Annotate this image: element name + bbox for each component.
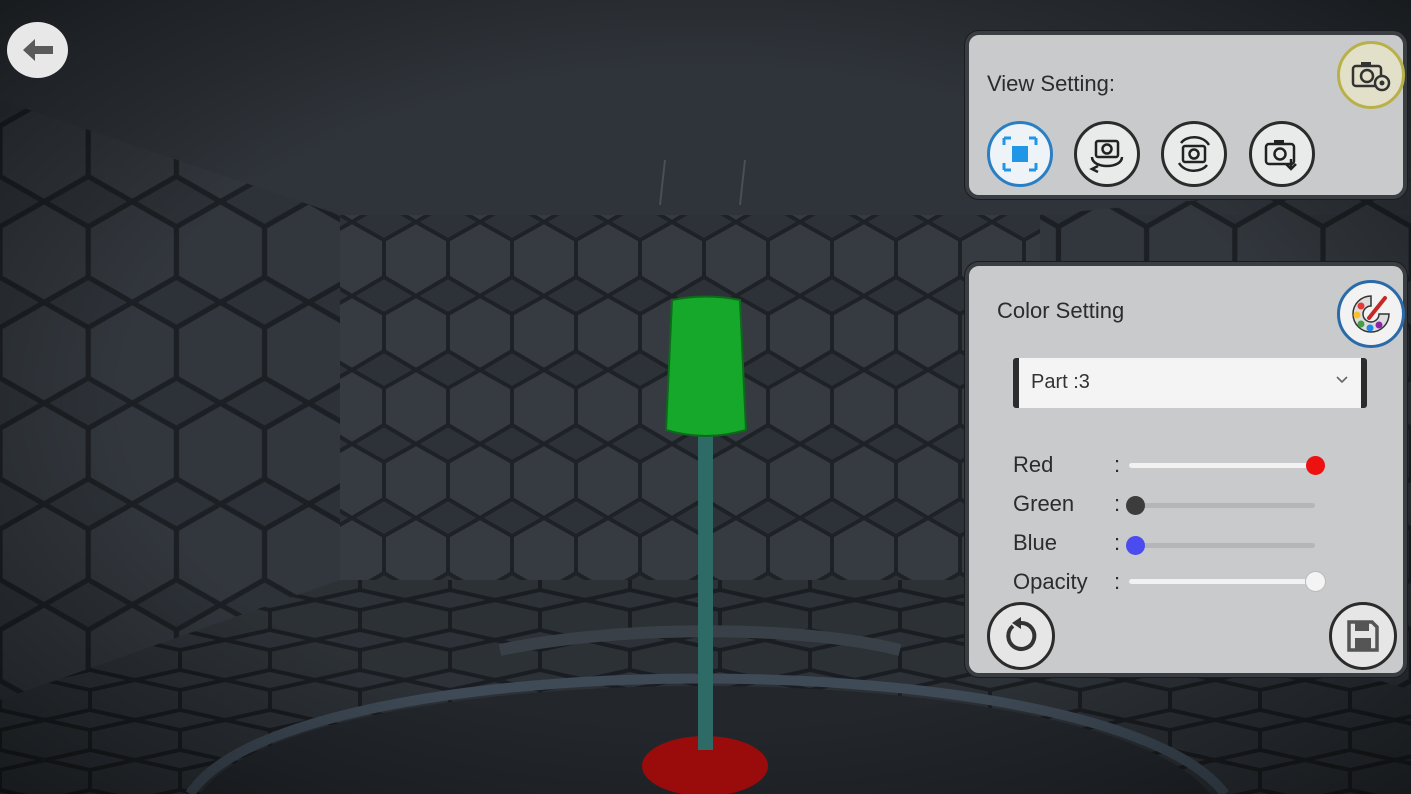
- green-slider[interactable]: [1125, 496, 1315, 515]
- reset-icon: [1006, 617, 1037, 651]
- rotate-horizontal-button[interactable]: [1074, 121, 1140, 187]
- part-select-value: Part :3: [1031, 371, 1090, 393]
- slider-label: Green: [1013, 491, 1075, 516]
- slider-label: Red: [1013, 452, 1054, 477]
- rotate-vertical-icon: [1177, 136, 1211, 172]
- camera-settings-icon: [1351, 62, 1391, 92]
- slider-knob[interactable]: [1125, 496, 1145, 515]
- camera-settings-button[interactable]: [1337, 41, 1405, 109]
- slider-knob[interactable]: [1306, 456, 1325, 475]
- color-setting-panel: Color Setting Part :3 Red : Green : Blue…: [965, 262, 1407, 677]
- slider-label: Blue: [1013, 530, 1058, 555]
- slider-label: Opacity: [1013, 569, 1088, 594]
- slider-colon: :: [1114, 452, 1121, 477]
- palette-button[interactable]: [1337, 280, 1405, 348]
- slider-knob[interactable]: [1125, 536, 1145, 555]
- save-button[interactable]: [1329, 602, 1397, 670]
- part-select[interactable]: Part :3: [1013, 358, 1367, 408]
- view-setting-title: View Setting:: [987, 71, 1116, 96]
- chevron-down-icon: [1336, 376, 1348, 384]
- back-arrow-icon: [22, 39, 53, 61]
- rotate-vertical-button[interactable]: [1161, 121, 1227, 187]
- blue-slider[interactable]: [1125, 536, 1315, 555]
- save-icon: [1347, 620, 1379, 652]
- slider-colon: :: [1114, 530, 1121, 555]
- model-cap: [664, 295, 748, 437]
- fit-view-icon: [1002, 136, 1038, 172]
- rotate-horizontal-icon: [1089, 139, 1124, 174]
- slider-colon: :: [1114, 569, 1121, 594]
- slider-colon: :: [1114, 491, 1121, 516]
- reset-button[interactable]: [987, 602, 1055, 670]
- color-setting-title: Color Setting: [997, 298, 1125, 323]
- model-rod: [698, 432, 713, 750]
- red-slider[interactable]: [1129, 456, 1325, 475]
- opacity-slider[interactable]: [1129, 572, 1325, 591]
- screenshot-button[interactable]: [1249, 121, 1315, 187]
- back-button[interactable]: [7, 22, 68, 78]
- fit-view-button[interactable]: [987, 121, 1053, 187]
- view-setting-panel: View Setting:: [965, 31, 1407, 199]
- slider-knob[interactable]: [1306, 572, 1325, 591]
- slider-fill: [1129, 579, 1315, 584]
- palette-icon: [1352, 295, 1390, 333]
- screenshot-icon: [1264, 140, 1297, 171]
- slider-fill: [1129, 463, 1315, 468]
